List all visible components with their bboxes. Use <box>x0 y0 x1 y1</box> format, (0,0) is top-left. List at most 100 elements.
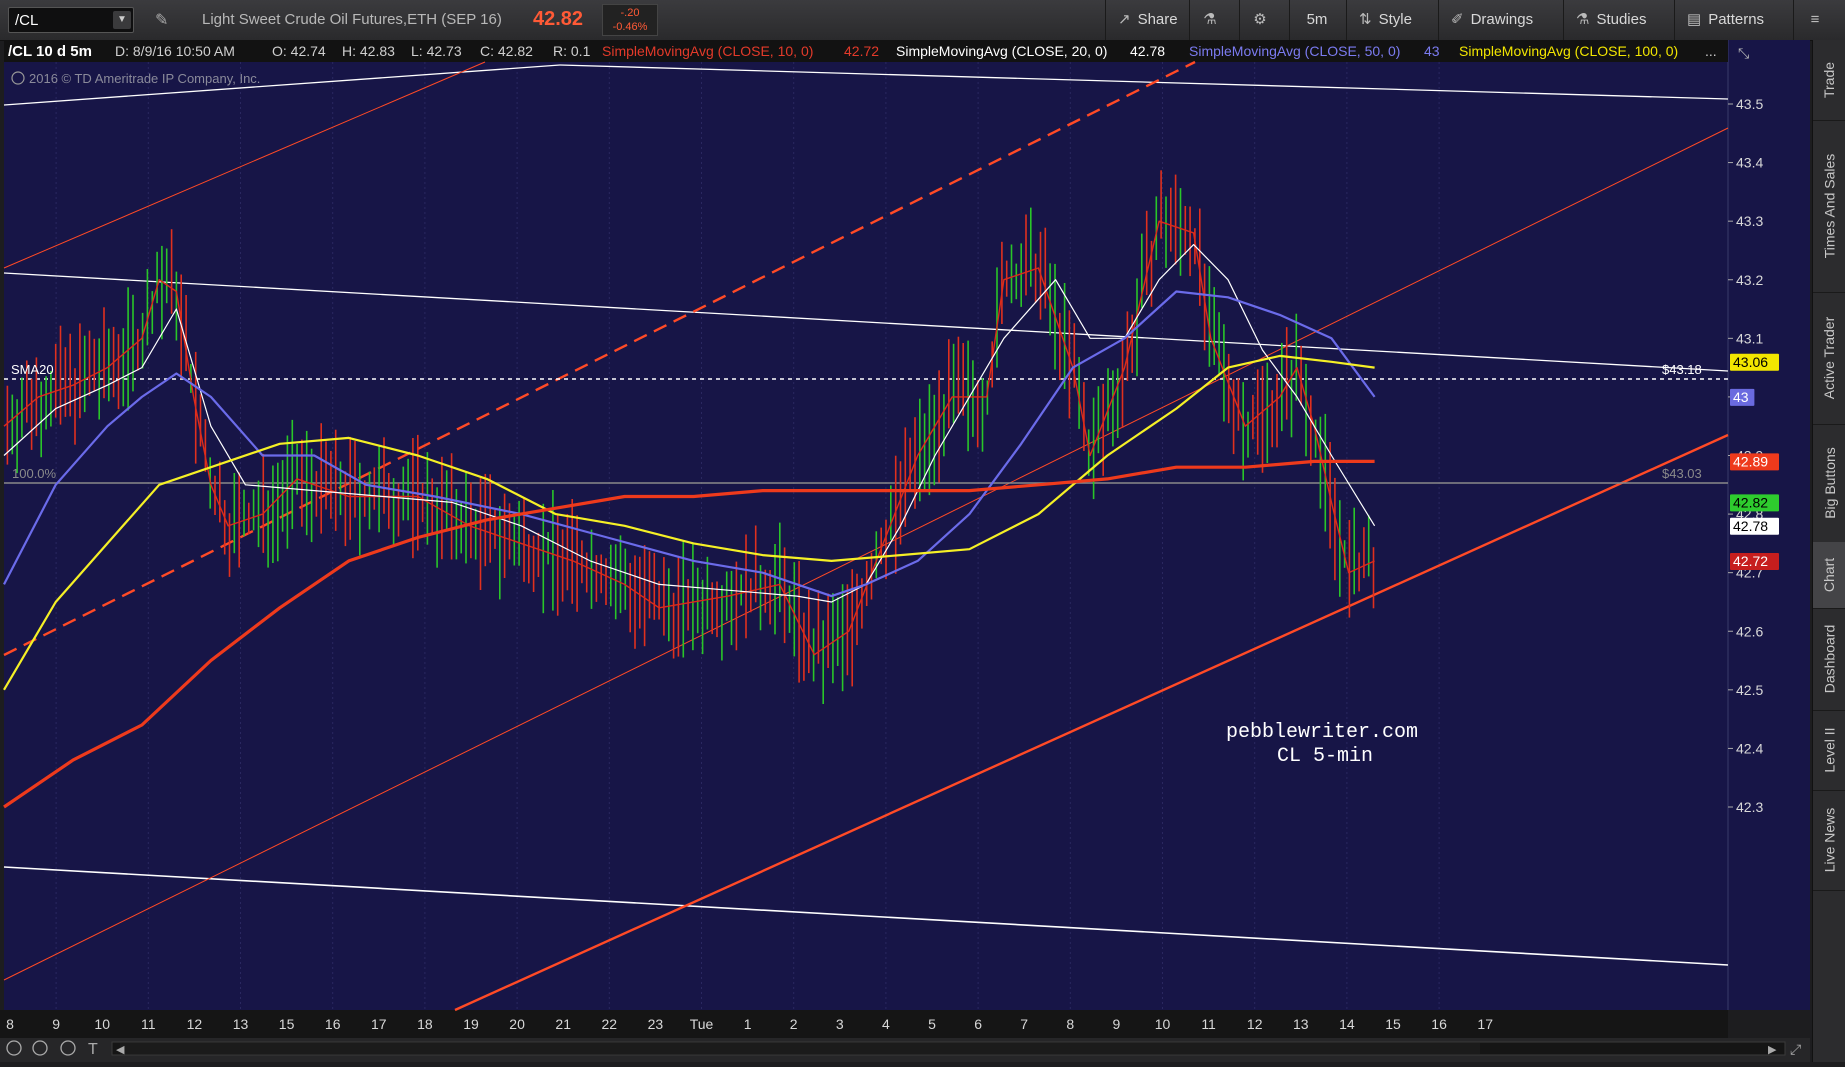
sma20-legend[interactable]: SimpleMovingAvg (CLOSE, 20, 0) <box>896 43 1107 59</box>
chart-symbol-info: /CL 10 d 5m <box>8 43 92 60</box>
time-tick-label: 14 <box>1339 1016 1355 1032</box>
drawings-button[interactable]: ✐ Drawings <box>1438 0 1563 40</box>
time-tick-label: 7 <box>1020 1016 1028 1032</box>
price-chart[interactable]: /CL 10 d 5m D: 8/9/16 10:50 AM O: 42.74 … <box>0 40 1810 1062</box>
time-tick-label: 4 <box>882 1016 890 1032</box>
time-tick-label: 18 <box>417 1016 433 1032</box>
price-tick-label: 42.4 <box>1736 740 1763 756</box>
price-badge-label: 42.82 <box>1733 494 1768 510</box>
time-tick-label: 1 <box>744 1016 752 1032</box>
ohlc-low: L: 42.73 <box>411 43 462 59</box>
time-tick-label: 17 <box>371 1016 387 1032</box>
pencil-icon[interactable]: ✎ <box>155 10 168 30</box>
price-tick-label: 43.2 <box>1736 272 1763 288</box>
tab-trade[interactable]: Trade <box>1813 40 1845 121</box>
time-tick-label: 15 <box>1385 1016 1401 1032</box>
scrollbar-thumb[interactable] <box>120 1043 1480 1054</box>
flask-button[interactable]: ⚗ <box>1189 0 1239 40</box>
ohlc-high: H: 42.83 <box>342 43 395 59</box>
tab-chart[interactable]: Chart <box>1813 542 1845 609</box>
tab-active-trader[interactable]: Active Trader <box>1813 292 1845 425</box>
scroll-left-icon[interactable]: ◀ <box>116 1044 125 1056</box>
price-tick-label: 42.3 <box>1736 799 1763 815</box>
time-tick-label: 23 <box>648 1016 664 1032</box>
time-tick-label: 6 <box>974 1016 982 1032</box>
time-tick-label: 16 <box>325 1016 341 1032</box>
fib-100-label: 100.0% <box>12 466 57 481</box>
time-tick-label: 21 <box>555 1016 571 1032</box>
price-tick-label: 42.6 <box>1736 623 1763 639</box>
tab-big-buttons-label: Big Buttons <box>1821 447 1838 519</box>
patterns-button[interactable]: ▤ Patterns <box>1674 0 1793 40</box>
net-change-box: -.20 -0.46% <box>602 4 658 36</box>
tab-times-and-sales[interactable]: Times And Sales <box>1813 120 1845 293</box>
time-tick-label: Tue <box>690 1016 714 1032</box>
price-tick-label: 43.3 <box>1736 213 1763 229</box>
price-tick-label: 43.1 <box>1736 330 1763 346</box>
expand-icon[interactable]: ⤢ <box>1790 1041 1801 1057</box>
time-tick-label: 12 <box>1247 1016 1263 1032</box>
time-tick-label: 12 <box>187 1016 203 1032</box>
time-tick-label: 8 <box>1066 1016 1074 1032</box>
tab-live-news[interactable]: Live News <box>1813 790 1845 891</box>
legend-more[interactable]: ... <box>1705 43 1717 59</box>
price-badge: 42.78 <box>1730 517 1779 535</box>
chevron-down-icon[interactable]: ▼ <box>113 11 131 29</box>
style-icon: ⇅ <box>1359 11 1372 28</box>
price-badge-label: 42.89 <box>1733 453 1768 469</box>
interval-button[interactable]: 5m <box>1289 0 1346 40</box>
time-tick-label: 16 <box>1431 1016 1447 1032</box>
price-badge-label: 43 <box>1733 389 1749 405</box>
tab-times-and-sales-label: Times And Sales <box>1821 153 1838 259</box>
symbol-input[interactable]: /CL ▼ <box>8 7 134 33</box>
sma20-value: 42.78 <box>1130 43 1165 59</box>
tab-dashboard[interactable]: Dashboard <box>1813 608 1845 711</box>
menu-button[interactable]: ≡ <box>1793 0 1845 40</box>
price-badge-label: 43.06 <box>1733 354 1768 370</box>
price-badge-label: 42.72 <box>1733 553 1768 569</box>
sma20-line-label: SMA20 <box>11 362 54 377</box>
copyright-text: 2016 © TD Ameritrade IP Company, Inc. <box>29 71 260 86</box>
drawings-label: Drawings <box>1470 11 1534 28</box>
right-rail: Trade Times And Sales Active Trader Big … <box>1812 40 1845 1062</box>
time-tick-label: 13 <box>233 1016 249 1032</box>
settings-button[interactable]: ⚙ <box>1239 0 1289 40</box>
top-toolbar: /CL ▼ ✎ Light Sweet Crude Oil Futures,ET… <box>0 0 1845 41</box>
tab-active-trader-label: Active Trader <box>1821 316 1838 400</box>
collapse-icon[interactable]: ⤡ <box>1738 45 1749 61</box>
price-badge: 43.06 <box>1730 353 1779 371</box>
price-tick-label: 43.5 <box>1736 96 1763 112</box>
tab-level-ii[interactable]: Level II <box>1813 710 1845 791</box>
price-badge: 42.89 <box>1730 453 1779 471</box>
watermark-site: pebblewriter.com <box>1226 721 1418 744</box>
ohlc-open: O: 42.74 <box>272 43 326 59</box>
sma10-value: 42.72 <box>844 43 879 59</box>
share-button[interactable]: ↗ Share <box>1105 0 1189 40</box>
style-button[interactable]: ⇅ Style <box>1346 0 1438 40</box>
sma10-legend[interactable]: SimpleMovingAvg (CLOSE, 10, 0) <box>602 43 813 59</box>
tab-chart-label: Chart <box>1821 557 1838 593</box>
scroll-right-icon[interactable]: ▶ <box>1768 1044 1777 1056</box>
text-tool-icon[interactable]: T <box>88 1041 98 1058</box>
time-tick-label: 9 <box>52 1016 60 1032</box>
time-tick-label: 22 <box>602 1016 618 1032</box>
time-tick-label: 15 <box>279 1016 295 1032</box>
tab-big-buttons[interactable]: Big Buttons <box>1813 424 1845 543</box>
instrument-description: Light Sweet Crude Oil Futures,ETH (SEP 1… <box>202 11 502 28</box>
share-label: Share <box>1137 11 1178 28</box>
chart-date-info: D: 8/9/16 10:50 AM <box>115 43 235 59</box>
sma50-value: 43 <box>1424 43 1440 59</box>
time-tick-label: 10 <box>1155 1016 1171 1032</box>
share-icon: ↗ <box>1118 11 1131 28</box>
tab-level-ii-label: Level II <box>1821 727 1838 773</box>
time-tick-label: 10 <box>94 1016 110 1032</box>
time-tick-label: 2 <box>790 1016 798 1032</box>
net-change-pct: -0.46% <box>612 21 648 33</box>
studies-button[interactable]: ⚗ Studies <box>1563 0 1674 40</box>
chart-panel[interactable]: /CL 10 d 5m D: 8/9/16 10:50 AM O: 42.74 … <box>0 40 1810 1062</box>
price-tick-label: 42.5 <box>1736 682 1763 698</box>
sma100-legend[interactable]: SimpleMovingAvg (CLOSE, 100, 0) <box>1459 43 1678 59</box>
ohlc-close: C: 42.82 <box>480 43 533 59</box>
sma50-legend[interactable]: SimpleMovingAvg (CLOSE, 50, 0) <box>1189 43 1400 59</box>
time-tick-label: 13 <box>1293 1016 1309 1032</box>
